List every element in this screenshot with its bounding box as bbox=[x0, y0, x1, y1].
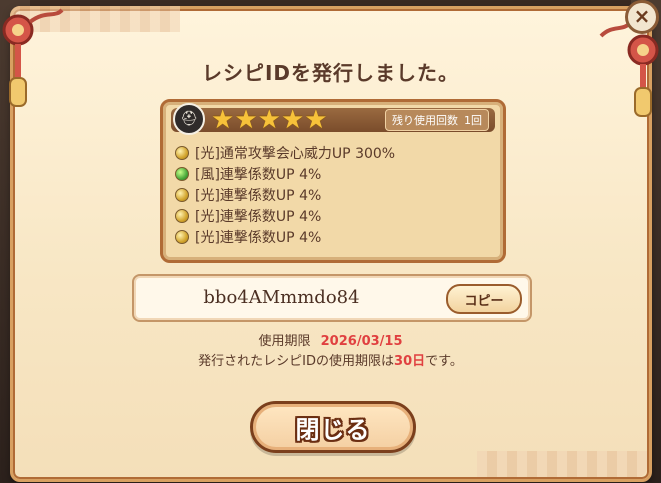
stat-text: [風]連撃係数UP 4% bbox=[195, 166, 322, 183]
dialog-title: レシピIDを発行しました。 bbox=[201, 61, 460, 85]
star-icon: ★ bbox=[304, 105, 328, 135]
stat-row: [光]連撃係数UP 4% bbox=[173, 184, 493, 205]
green-orb-icon bbox=[175, 166, 189, 181]
stat-list: [光]通常攻撃会心威力UP 300% [風]連撃係数UP 4% [光]連撃係数U… bbox=[173, 142, 493, 247]
stat-text: [光]通常攻撃会心威力UP 300% bbox=[195, 145, 396, 162]
recipe-id-value: bbo4AMmmdo84 bbox=[203, 287, 360, 308]
close-button[interactable]: 閉じる bbox=[250, 401, 416, 453]
rarity-stars: ★ ★ ★ ★ ★ bbox=[211, 105, 328, 135]
stat-row: [光]連撃係数UP 4% bbox=[173, 205, 493, 226]
star-icon: ★ bbox=[211, 105, 235, 135]
expiry-note-prefix: 発行されたレシピIDの使用期限は bbox=[198, 354, 395, 369]
expiry-label: 使用期限 bbox=[258, 334, 311, 349]
gold-orb-icon bbox=[175, 229, 189, 244]
wave-pattern-bottom-right bbox=[477, 451, 647, 477]
gold-orb-icon bbox=[175, 145, 189, 160]
expiry-note-suffix: です。 bbox=[425, 354, 463, 369]
expiry-note: 発行されたレシピIDの使用期限は30日です。 bbox=[0, 350, 661, 369]
recipe-header: ⛑ ★ ★ ★ ★ ★ 残り使用回数 1回 bbox=[171, 103, 495, 135]
remaining-uses-badge: 残り使用回数 1回 bbox=[385, 109, 489, 131]
stat-row: [光]通常攻撃会心威力UP 300% bbox=[173, 142, 493, 163]
stat-text: [光]連撃係数UP 4% bbox=[195, 187, 322, 204]
star-icon: ★ bbox=[234, 105, 258, 135]
remaining-uses-label: 残り使用回数 bbox=[392, 114, 458, 127]
gold-orb-icon bbox=[175, 208, 189, 223]
copy-button[interactable]: コピー bbox=[446, 284, 522, 314]
stat-text: [光]連撃係数UP 4% bbox=[195, 208, 322, 225]
stat-text: [光]連撃係数UP 4% bbox=[195, 229, 322, 246]
remaining-uses-value: 1回 bbox=[464, 114, 482, 127]
close-button-label: 閉じる bbox=[295, 415, 371, 444]
star-icon: ★ bbox=[280, 105, 305, 135]
stat-row: [光]連撃係数UP 4% bbox=[173, 226, 493, 247]
expiry-line: 使用期限 2026/03/15 bbox=[0, 330, 661, 349]
recipe-card: ⛑ ★ ★ ★ ★ ★ 残り使用回数 1回 [光]通常攻撃会心威力UP 300%… bbox=[160, 99, 506, 263]
stat-row: [風]連撃係数UP 4% bbox=[173, 163, 493, 184]
close-icon[interactable]: × bbox=[625, 0, 659, 34]
recipe-id-field: bbo4AMmmdo84 コピー bbox=[132, 274, 532, 322]
expiry-date: 2026/03/15 bbox=[320, 334, 403, 349]
star-icon: ★ bbox=[257, 105, 281, 135]
helmet-icon: ⛑ bbox=[173, 103, 205, 135]
expiry-note-days: 30日 bbox=[394, 354, 426, 369]
gold-orb-icon bbox=[175, 187, 189, 202]
